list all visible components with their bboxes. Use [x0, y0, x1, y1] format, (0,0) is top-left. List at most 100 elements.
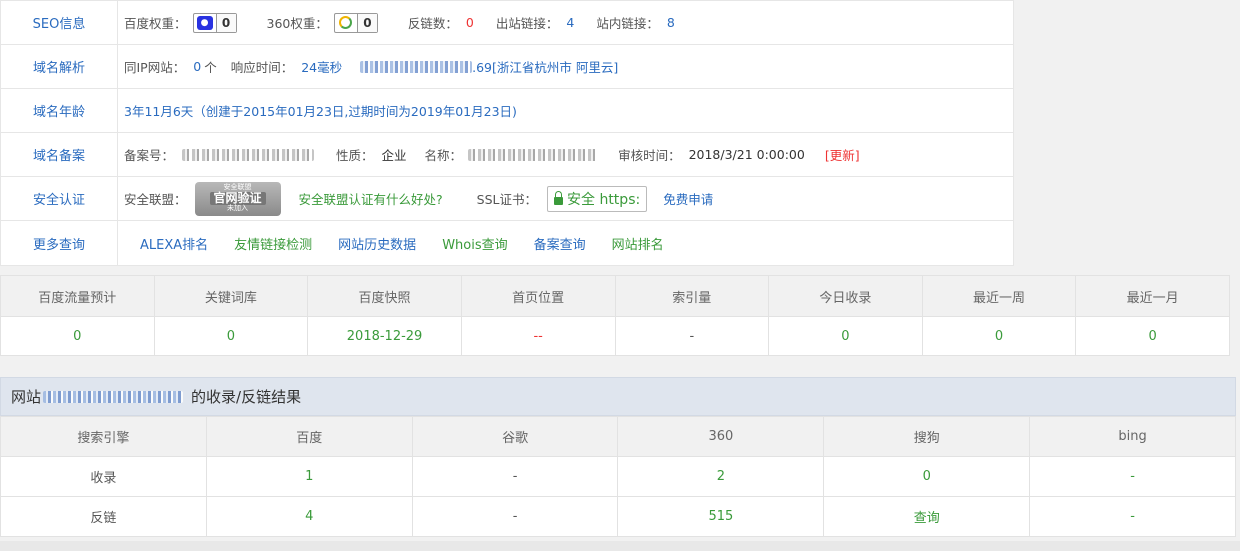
row-label: 反链: [0, 496, 207, 537]
stats-header: 索引量: [614, 275, 770, 317]
same-ip-unit: 个: [204, 60, 217, 75]
icp-number-label: 备案号：: [124, 148, 175, 163]
review-time-value: 2018/3/21 0:00:00: [688, 147, 805, 162]
bing-indexed-value: -: [1029, 456, 1236, 497]
last-month-value[interactable]: 0: [1075, 316, 1230, 356]
baidu-stats-table: 百度流量预计 关键词库 百度快照 首页位置 索引量 今日收录 最近一周 最近一月…: [0, 275, 1230, 356]
360-indexed-value[interactable]: 2: [617, 456, 825, 497]
keyword-count-value[interactable]: 0: [153, 316, 309, 356]
same-ip-count[interactable]: 0: [193, 59, 201, 74]
homepage-position-value: --: [460, 316, 616, 356]
ip-address-redacted: [360, 60, 473, 73]
ip-location[interactable]: .69[浙江省杭州市 阿里云]: [472, 57, 618, 76]
results-header: 谷歌: [411, 416, 619, 457]
stats-header: 今日收录: [768, 275, 923, 317]
name-label: 名称：: [424, 148, 463, 163]
site-rank-link[interactable]: 网站排名: [612, 234, 664, 253]
internal-label: 站内链接：: [596, 16, 659, 31]
backlinks-label: 反链数：: [407, 16, 458, 31]
icp-row: 域名备案 备案号： 性质： 企业 名称： 审核时间： 2018/3/21 0:0…: [1, 133, 1013, 177]
stats-header: 首页位置: [460, 275, 616, 317]
lock-icon: [554, 190, 563, 205]
outbound-label: 出站链接：: [495, 16, 559, 31]
results-header: bing: [1029, 416, 1236, 457]
results-header: 360: [617, 416, 825, 457]
stats-header: 百度流量预计: [0, 275, 155, 317]
nature-value: 企业: [381, 148, 407, 163]
dns-label: 域名解析: [1, 45, 118, 88]
baidu-snapshot-value[interactable]: 2018-12-29: [307, 316, 462, 356]
stats-value-row: 0 0 2018-12-29 -- - 0 0 0: [0, 316, 1230, 356]
site-history-link[interactable]: 网站历史数据: [338, 234, 416, 253]
last-week-value[interactable]: 0: [921, 316, 1077, 356]
review-time-label: 审核时间：: [618, 148, 681, 163]
baidu-weight-value: 0: [215, 13, 236, 32]
free-apply-link[interactable]: 免费申请: [663, 189, 713, 208]
360-ring-icon: [339, 16, 353, 29]
internal-value[interactable]: 8: [667, 15, 675, 30]
baidu-backlink-value[interactable]: 4: [205, 496, 413, 537]
w360-label: 360权重：: [266, 16, 328, 31]
row-label: 收录: [0, 456, 207, 497]
alexa-rank-link[interactable]: ALEXA排名: [140, 234, 208, 253]
w360-value: 0: [356, 13, 377, 32]
results-title: 网站 的收录/反链结果: [0, 377, 1236, 416]
stats-header: 最近一月: [1075, 275, 1230, 317]
baidu-indexed-value[interactable]: 1: [205, 456, 413, 497]
friend-link-check-link[interactable]: 友情链接检测: [234, 234, 312, 253]
baidu-weight-label: 百度权重：: [124, 16, 187, 31]
today-indexed-value[interactable]: 0: [768, 316, 923, 356]
domain-age-value: 3年11月6天（创建于2015年01月23日,过期时间为2019年01月23日): [124, 104, 517, 119]
site-info-panel: SEO信息 百度权重： ● 0 360权重： 0 反链数： 0 出站链接： 4 …: [0, 0, 1014, 266]
results-header: 百度: [205, 416, 413, 457]
ssl-badge[interactable]: 安全 https:: [547, 185, 648, 212]
results-header-row: 搜索引擎 百度 谷歌 360 搜狗 bing: [0, 416, 1236, 457]
w360-badge[interactable]: 0: [333, 12, 378, 33]
domain-age-row: 域名年龄 3年11月6天（创建于2015年01月23日,过期时间为2019年01…: [1, 89, 1013, 133]
domain-age-label: 域名年龄: [1, 89, 118, 132]
site-domain-redacted: [43, 390, 184, 403]
same-ip-label: 同IP网站：: [124, 60, 186, 75]
sogou-indexed-value[interactable]: 0: [823, 456, 1031, 497]
stats-header: 百度快照: [307, 275, 462, 317]
stats-header: 关键词库: [153, 275, 309, 317]
seo-info-label: SEO信息: [1, 1, 118, 44]
icp-label: 域名备案: [1, 133, 118, 176]
whois-link[interactable]: Whois查询: [442, 234, 507, 253]
baidu-traffic-value[interactable]: 0: [0, 316, 155, 356]
alliance-seal-badge[interactable]: 安全联盟 官网验证 未加入: [194, 181, 281, 216]
response-time: 24毫秒: [301, 60, 343, 75]
table-row: 收录 1 - 2 0 -: [0, 456, 1236, 497]
360-backlink-value[interactable]: 515: [617, 496, 825, 537]
icp-number-redacted: [182, 148, 315, 161]
backlinks-value[interactable]: 0: [466, 15, 474, 30]
company-name-redacted: [468, 148, 599, 161]
alliance-label: 安全联盟：: [124, 192, 187, 207]
outbound-value[interactable]: 4: [566, 15, 574, 30]
google-indexed-value: -: [411, 456, 619, 497]
nature-label: 性质：: [336, 148, 374, 163]
stats-header: 最近一周: [921, 275, 1077, 317]
baidu-paw-icon: ●: [196, 15, 213, 30]
table-row: 反链 4 - 515 查询 -: [0, 496, 1236, 537]
google-backlink-value: -: [411, 496, 619, 537]
icp-query-link[interactable]: 备案查询: [534, 234, 586, 253]
bing-backlink-value: -: [1029, 496, 1236, 537]
security-label: 安全认证: [1, 177, 118, 220]
stats-header-row: 百度流量预计 关键词库 百度快照 首页位置 索引量 今日收录 最近一周 最近一月: [0, 275, 1230, 317]
seo-info-row: SEO信息 百度权重： ● 0 360权重： 0 反链数： 0 出站链接： 4 …: [1, 1, 1013, 45]
icp-update-link[interactable]: [更新]: [825, 145, 860, 164]
sogou-backlink-query-link[interactable]: 查询: [823, 496, 1031, 537]
results-table: 搜索引擎 百度 谷歌 360 搜狗 bing 收录 1 - 2 0 - 反链 4…: [0, 416, 1236, 537]
baidu-weight-badge[interactable]: ● 0: [192, 12, 237, 33]
response-label: 响应时间：: [230, 60, 294, 75]
results-header: 搜狗: [823, 416, 1031, 457]
index-count-value: -: [614, 316, 770, 356]
more-queries-label: 更多查询: [1, 221, 118, 265]
dns-row: 域名解析 同IP网站： 0 个 响应时间： 24毫秒 .69[浙江省杭州市 阿里…: [1, 45, 1013, 89]
more-queries-row: 更多查询 ALEXA排名 友情链接检测 网站历史数据 Whois查询 备案查询 …: [1, 221, 1013, 265]
bottom-divider: [0, 541, 1240, 551]
alliance-benefit-link[interactable]: 安全联盟认证有什么好处?: [299, 189, 443, 208]
ssl-label: SSL证书：: [476, 192, 537, 207]
results-header: 搜索引擎: [0, 416, 207, 457]
